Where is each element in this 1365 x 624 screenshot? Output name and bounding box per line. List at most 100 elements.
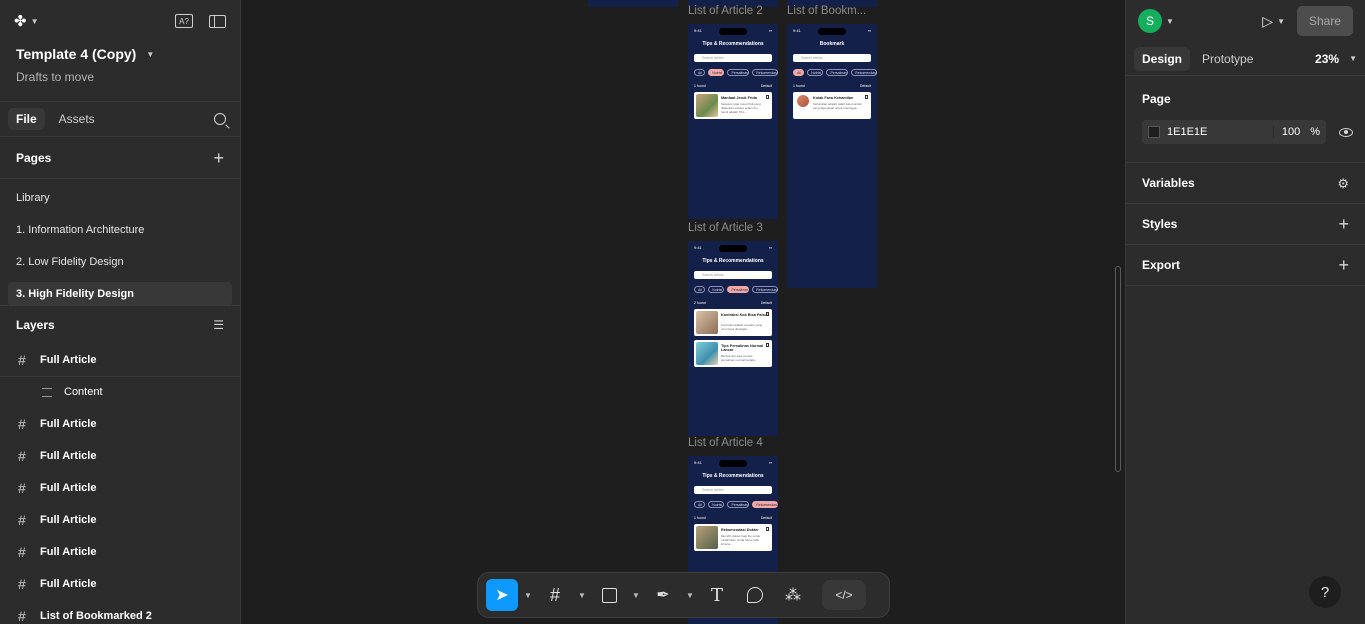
layer-label: Full Article (40, 482, 97, 494)
file-name-button[interactable]: Template 4 (Copy) ▼ (16, 46, 224, 62)
toggle-sidebar-icon[interactable] (209, 14, 226, 28)
collapse-layers-icon[interactable]: ☰ (213, 318, 224, 332)
variables-settings-icon[interactable]: ⚙ (1337, 177, 1349, 190)
page-item-low-fidelity[interactable]: 2. Low Fidelity Design (8, 250, 232, 274)
tab-assets[interactable]: Assets (51, 108, 103, 130)
tab-file[interactable]: File (8, 108, 45, 130)
layer-item[interactable]: # Full Article (0, 472, 240, 504)
chip: Rekomendasi (851, 69, 877, 76)
page-item-high-fidelity[interactable]: 3. High Fidelity Design (8, 282, 232, 306)
main-menu-button[interactable]: ✤ ▼ (14, 12, 39, 30)
tab-prototype[interactable]: Prototype (1194, 47, 1261, 71)
frame-tool-button[interactable]: # (538, 579, 572, 611)
comment-tool-button[interactable] (738, 579, 772, 611)
export-heading: Export (1142, 258, 1181, 272)
frame-list-of-bookmarked[interactable]: 9:41 ▪▪ Bookmark Search article... All Nu… (787, 24, 877, 288)
frame-icon: # (18, 352, 26, 368)
count-text: 1 found (793, 84, 805, 88)
canvas-vertical-scrollbar[interactable] (1115, 266, 1121, 472)
avatar[interactable]: S (1138, 9, 1162, 33)
chevron-down-icon[interactable]: ▼ (684, 579, 696, 611)
search-field: Search article... (694, 486, 772, 494)
styles-section[interactable]: Styles + (1126, 204, 1365, 245)
layer-item[interactable]: Content (0, 376, 240, 408)
status-time: 9:41 (694, 28, 702, 33)
chip-active: Rekomendasi (752, 501, 778, 508)
chip: Persalinan (727, 501, 750, 508)
text-tool-button[interactable]: T (700, 579, 734, 611)
zoom-control[interactable]: 23% ▼ (1315, 52, 1357, 66)
file-location[interactable]: Drafts to move (16, 70, 224, 84)
page-item-library[interactable]: Library (8, 186, 232, 210)
frame-label[interactable]: List of Article 3 (688, 222, 763, 234)
components-icon: ⁂ (785, 587, 801, 604)
bottom-toolbar: ➤ ▼ # ▼ ▼ ✒ ▼ T ⁂ </> (477, 572, 890, 618)
article-thumbnail (696, 342, 718, 365)
card-desc: Kontraksi adalah sesuatu yang umumnya di… (721, 323, 763, 331)
export-section[interactable]: Export + (1126, 245, 1365, 286)
chip-active: Persalinan (727, 286, 750, 293)
frame-partial[interactable] (588, 0, 678, 7)
count-text: 1 found (694, 84, 706, 88)
right-tabs: Design Prototype 23% ▼ (1126, 42, 1365, 76)
frame-list-of-article-2[interactable]: 9:41 ▪▪ Tips & Recommendations Search art… (688, 24, 778, 219)
page-item-information-architecture[interactable]: 1. Information Architecture (8, 218, 232, 242)
eye-icon[interactable] (1339, 128, 1353, 137)
search-field: Search article... (793, 54, 871, 62)
page-color-value[interactable]: 1E1E1E (1167, 126, 1207, 138)
opacity-field[interactable]: 100 % (1272, 126, 1320, 138)
sort-text: Default (760, 84, 772, 88)
search-icon[interactable] (214, 113, 226, 125)
zoom-level: 23% (1315, 51, 1340, 66)
frame-title: Tips & Recommendations (702, 258, 764, 264)
layer-item[interactable]: # Full Article (0, 344, 240, 376)
bookmark-icon (766, 343, 769, 347)
layer-item[interactable]: # Full Article (0, 536, 240, 568)
chevron-down-icon[interactable]: ▼ (522, 579, 534, 611)
notch (719, 245, 747, 252)
layer-item[interactable]: # List of Bookmarked 2 (0, 600, 240, 624)
chip: Persalinan (727, 69, 750, 76)
tab-design[interactable]: Design (1134, 46, 1191, 71)
share-button[interactable]: Share (1297, 6, 1353, 36)
frame-label[interactable]: List of Article 2 (688, 5, 763, 17)
add-style-icon[interactable]: + (1338, 215, 1349, 233)
chevron-down-icon[interactable]: ▼ (630, 579, 642, 611)
variables-section[interactable]: Variables ⚙ (1126, 163, 1365, 204)
page-heading: Page (1142, 92, 1171, 106)
chevron-down-icon[interactable]: ▼ (1277, 17, 1285, 26)
card-title: Kontraksi Kok Bisa Palsu? (721, 313, 770, 317)
chevron-down-icon[interactable]: ▼ (576, 579, 588, 611)
chip-row: All Nutrisi Persalinan Rekomendasi (694, 286, 778, 293)
result-count: 2 found Default (694, 301, 772, 305)
shape-tool-button[interactable] (592, 579, 626, 611)
present-play-icon[interactable]: ▷ (1262, 13, 1273, 30)
notch (719, 460, 747, 467)
layer-item[interactable]: # Full Article (0, 408, 240, 440)
chevron-down-icon[interactable]: ▼ (1166, 17, 1174, 26)
frame-label[interactable]: List of Article 4 (688, 437, 763, 449)
actions-tool-button[interactable]: ⁂ (776, 579, 810, 611)
figma-app: ✤ ▼ A? Template 4 (Copy) ▼ Drafts to mov… (0, 0, 1365, 624)
pen-tool-button[interactable]: ✒ (646, 579, 680, 611)
signal-icon: ▪▪ (769, 245, 772, 250)
frame-list-of-article-3[interactable]: 9:41 ▪▪ Tips & Recommendations Search art… (688, 241, 778, 436)
layer-item[interactable]: # Full Article (0, 504, 240, 536)
article-card: Kontraksi Kok Bisa Palsu? Kontraksi adal… (694, 309, 772, 336)
layer-item[interactable]: # Full Article (0, 440, 240, 472)
result-count: 1 found Default (694, 516, 772, 520)
move-tool-button[interactable]: ➤ (486, 579, 518, 611)
layer-label: Full Article (40, 514, 97, 526)
chevron-down-icon: ▼ (146, 49, 155, 59)
font-icon[interactable]: A? (175, 14, 193, 28)
page-color-field[interactable]: 1E1E1E 100 % (1142, 120, 1326, 144)
chevron-down-icon: ▼ (30, 16, 39, 26)
layer-item[interactable]: # Full Article (0, 568, 240, 600)
dev-mode-toggle[interactable]: </> (822, 580, 866, 610)
add-page-icon[interactable]: + (213, 149, 224, 167)
color-swatch[interactable] (1148, 126, 1160, 138)
canvas[interactable]: List of Article 2 9:41 ▪▪ Tips & Recommen… (241, 0, 1125, 624)
add-export-icon[interactable]: + (1338, 256, 1349, 274)
help-button[interactable]: ? (1309, 576, 1341, 608)
frame-label[interactable]: List of Bookm... (787, 5, 866, 17)
